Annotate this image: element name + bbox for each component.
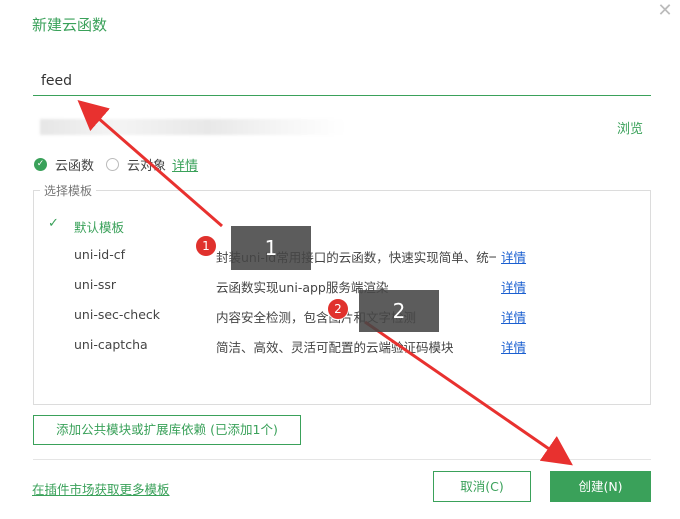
annotation-badge-2: 2 <box>327 298 349 320</box>
template-name: 默认模板 <box>74 220 125 235</box>
browse-link[interactable]: 浏览 <box>617 118 643 137</box>
template-item-uni-id-cf[interactable]: uni-id-cf 封装uni-id常用接口的云函数，快速实现简单、统一、 详情 <box>48 246 608 266</box>
template-name: uni-ssr <box>74 277 116 292</box>
type-detail-link[interactable]: 详情 <box>172 155 198 174</box>
type-selector: ✓ 云函数 云对象 详情 <box>34 155 198 174</box>
annotation-badge-1: 1 <box>195 235 217 257</box>
checkmark-icon: ✓ <box>48 216 59 231</box>
add-dependency-button[interactable]: 添加公共模块或扩展库依赖 (已添加1个) <box>33 415 301 445</box>
create-button[interactable]: 创建(N) <box>550 471 651 502</box>
path-field[interactable] <box>40 119 345 135</box>
template-detail-link[interactable]: 详情 <box>501 277 526 296</box>
template-item-uni-ssr[interactable]: uni-ssr 云函数实现uni-app服务端渲染 详情 <box>48 276 608 296</box>
template-desc: 内容安全检测，包含图片和文字检测 <box>216 310 417 325</box>
annotation-callout-1: 1 <box>231 226 311 270</box>
dialog-title: 新建云函数 <box>32 16 108 34</box>
template-name: uni-captcha <box>74 337 148 352</box>
cancel-button[interactable]: 取消(C) <box>433 471 531 502</box>
template-item-uni-captcha[interactable]: uni-captcha 简洁、高效、灵活可配置的云端验证码模块 详情 <box>48 336 608 356</box>
template-name: uni-id-cf <box>74 247 126 262</box>
radio-label-cloud-function[interactable]: 云函数 <box>55 155 94 174</box>
template-desc: 云函数实现uni-app服务端渲染 <box>216 280 389 295</box>
plugin-market-link[interactable]: 在插件市场获取更多模板 <box>32 479 170 498</box>
radio-checked-icon[interactable]: ✓ <box>34 157 47 171</box>
radio-label-cloud-object[interactable]: 云对象 <box>127 155 166 174</box>
function-name-input[interactable] <box>33 66 651 96</box>
radio-unchecked-icon[interactable] <box>106 157 120 171</box>
template-item-default[interactable]: ✓ 默认模板 <box>48 216 608 236</box>
template-name: uni-sec-check <box>74 307 161 322</box>
close-icon[interactable]: ✕ <box>656 2 674 20</box>
template-desc: 简洁、高效、灵活可配置的云端验证码模块 <box>216 340 454 355</box>
template-detail-link[interactable]: 详情 <box>501 337 526 356</box>
template-detail-link[interactable]: 详情 <box>501 247 526 266</box>
annotation-callout-2: 2 <box>359 290 439 332</box>
template-group-legend: 选择模板 <box>40 182 97 199</box>
template-detail-link[interactable]: 详情 <box>501 307 526 326</box>
footer-divider <box>33 459 651 460</box>
